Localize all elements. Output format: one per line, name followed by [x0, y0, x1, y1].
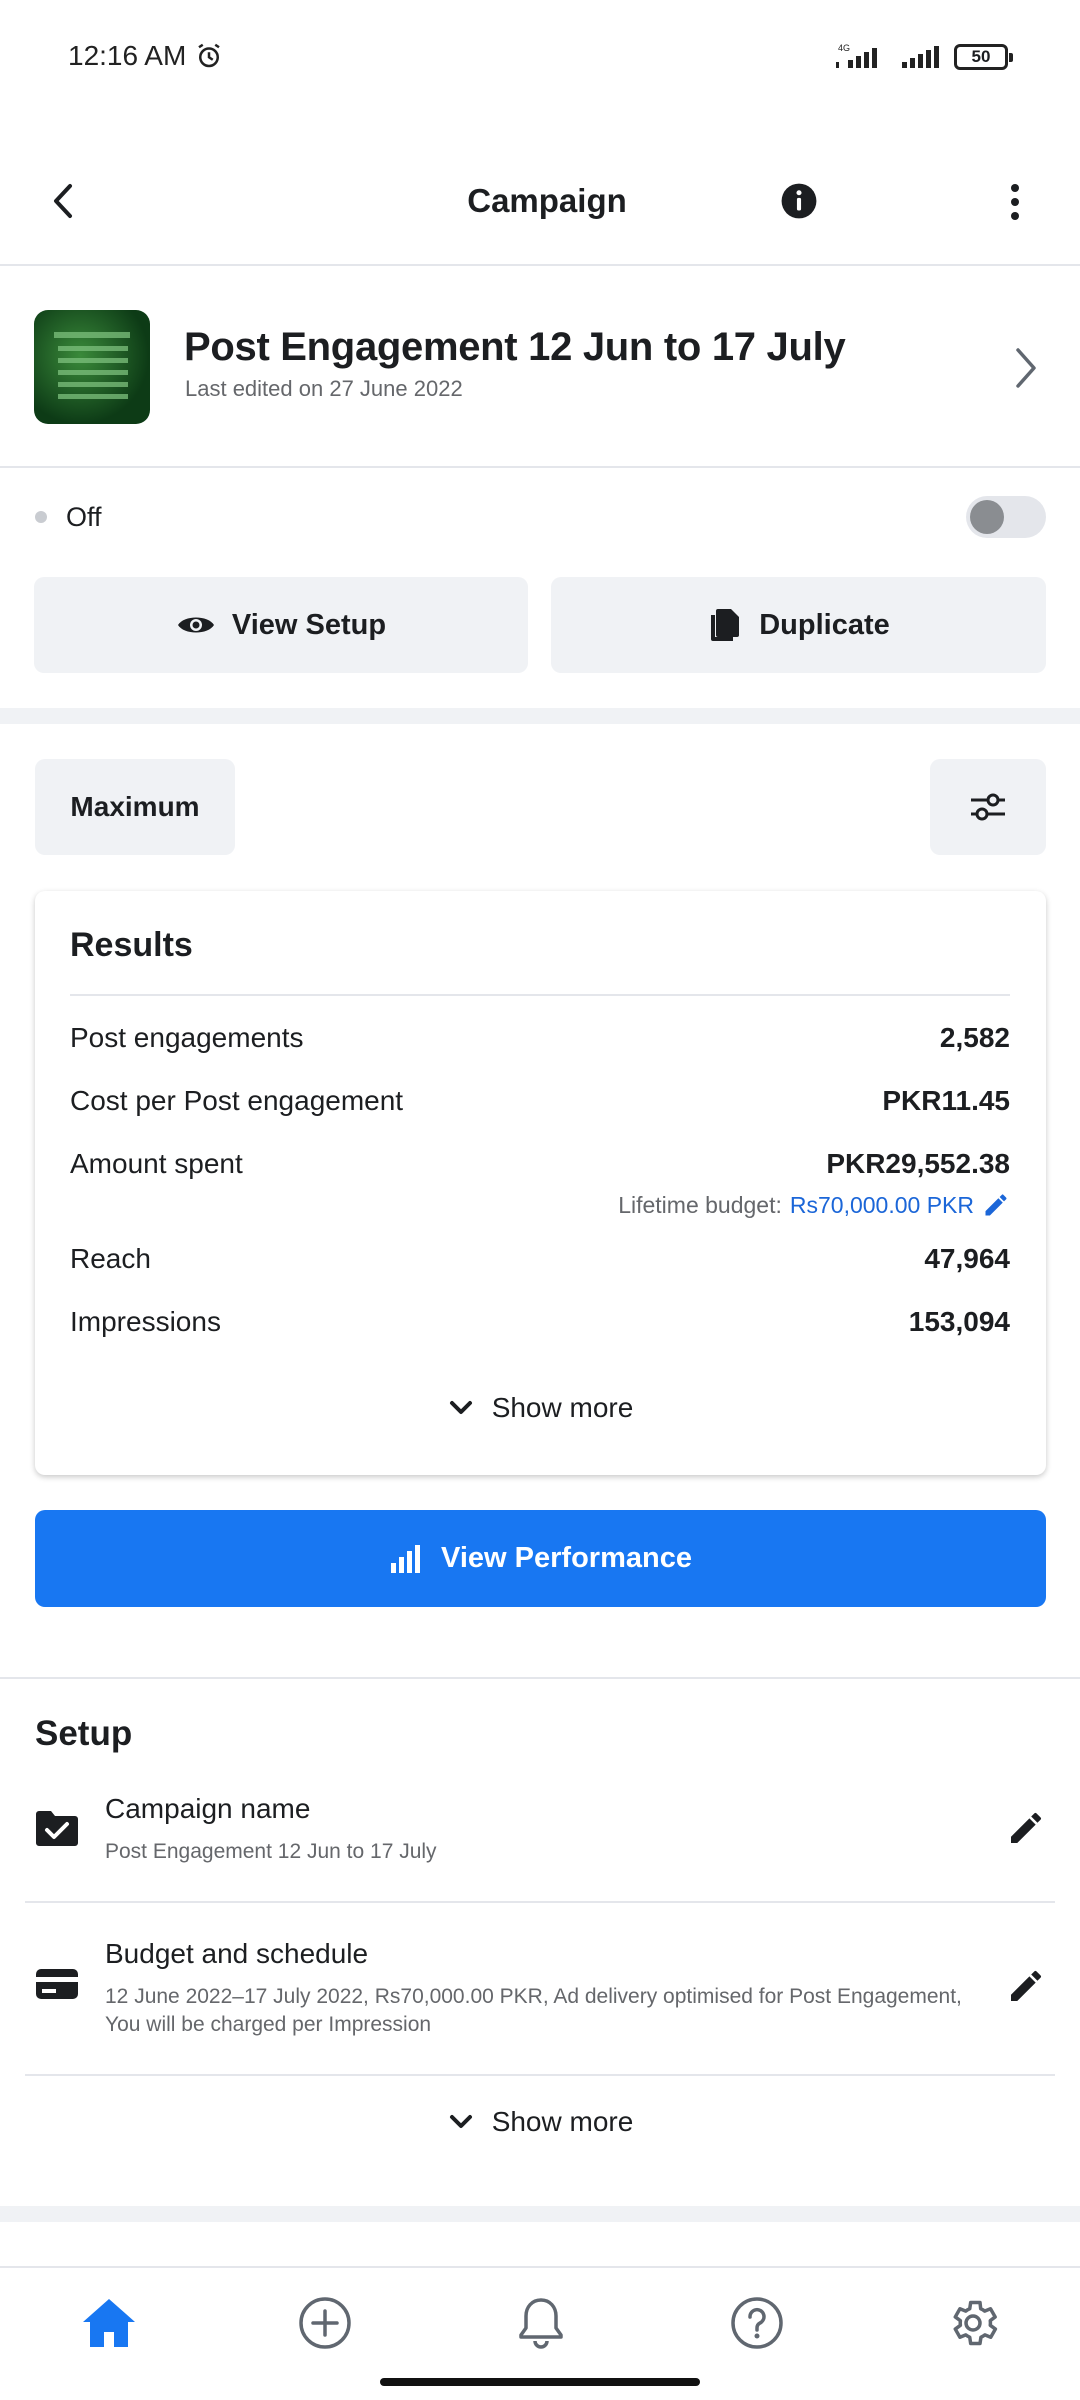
nav-settings[interactable]	[938, 2288, 1008, 2358]
more-options-button[interactable]	[1000, 180, 1030, 229]
create-icon	[299, 2297, 351, 2349]
chevron-down-icon	[449, 1401, 472, 1414]
network-type-label: 4G	[838, 43, 850, 53]
lifetime-budget-label: Lifetime budget:	[618, 1191, 782, 1218]
battery-level: 50	[971, 47, 991, 66]
help-icon	[731, 2297, 783, 2349]
last-edited-text: Last edited on 27 June 2022	[185, 376, 463, 401]
campaign-title: Post Engagement 12 Jun to 17 July	[184, 325, 846, 369]
nav-help[interactable]	[722, 2288, 792, 2358]
section-separator	[0, 708, 1080, 724]
gesture-home-bar[interactable]	[380, 2378, 700, 2386]
view-setup-button[interactable]: View Setup	[34, 577, 528, 673]
divider	[0, 466, 1080, 468]
section-separator	[0, 2206, 1080, 2222]
duplicate-icon	[711, 609, 740, 641]
setup-item-value: Post Engagement 12 Jun to 17 July	[105, 1840, 437, 1863]
duplicate-label: Duplicate	[759, 608, 890, 641]
metric-label: Reach	[70, 1243, 151, 1274]
view-performance-label: View Performance	[441, 1542, 692, 1574]
campaign-toggle[interactable]	[966, 496, 1046, 538]
status-bar-time: 12:16 AM	[68, 40, 224, 72]
chevron-right-icon	[1016, 348, 1036, 388]
nav-notifications[interactable]	[506, 2288, 576, 2358]
setup-item-label: Campaign name	[105, 1793, 311, 1824]
edit-campaign-name-button[interactable]	[1006, 1808, 1046, 1853]
battery-icon: 50	[954, 44, 1013, 70]
info-icon	[781, 183, 817, 219]
show-more-label: Show more	[491, 2106, 634, 2137]
settings-icon	[953, 2300, 998, 2346]
filter-settings-button[interactable]	[930, 759, 1046, 855]
status-icons: 4G 50	[834, 42, 1013, 72]
metric-value: PKR11.45	[882, 1085, 1010, 1116]
eye-icon	[177, 617, 214, 633]
edit-pencil-icon	[1011, 1812, 1041, 1843]
metric-value: 47,964	[924, 1243, 1010, 1274]
page-title: Campaign	[467, 182, 627, 219]
credit-card-icon	[36, 1969, 78, 1999]
results-divider	[70, 994, 1010, 996]
folder-check-icon	[36, 1811, 78, 1846]
setup-divider	[25, 1901, 1055, 1903]
lifetime-budget-line: Lifetime budget: Rs70,000.00 PKR	[618, 1191, 1010, 1219]
chevron-down-icon	[449, 2115, 472, 2128]
metric-label: Post engagements	[70, 1022, 304, 1053]
setup-item-value: 12 June 2022–17 July 2022, Rs70,000.00 P…	[105, 1985, 962, 2036]
duplicate-button[interactable]: Duplicate	[551, 577, 1046, 673]
campaign-name-icon-wrap	[34, 1808, 80, 1853]
home-icon	[83, 2299, 135, 2347]
date-range-button[interactable]: Maximum	[35, 759, 235, 855]
status-label: Off	[66, 502, 102, 532]
metric-label: Cost per Post engagement	[70, 1085, 404, 1116]
lifetime-budget-link[interactable]: Rs70,000.00 PKR	[790, 1192, 974, 1219]
show-more-label: Show more	[491, 1392, 634, 1423]
status-dot	[35, 511, 47, 523]
view-performance-button[interactable]: View Performance	[35, 1510, 1046, 1607]
clock-text: 12:16 AM	[68, 40, 187, 71]
results-show-more-button[interactable]: Show more	[35, 1388, 1046, 1428]
notifications-icon	[519, 2298, 563, 2349]
toggle-knob	[970, 500, 1004, 534]
budget-icon-wrap	[34, 1966, 80, 2007]
info-button[interactable]	[780, 182, 818, 225]
metric-value: 153,094	[908, 1306, 1010, 1337]
campaign-details-button[interactable]	[1010, 344, 1040, 397]
campaign-thumbnail	[34, 310, 150, 424]
nav-create[interactable]	[290, 2288, 360, 2358]
nav-home[interactable]	[74, 2288, 144, 2358]
edit-pencil-icon	[1011, 1970, 1041, 2001]
sliders-icon	[971, 793, 1005, 821]
metric-label: Amount spent	[70, 1148, 243, 1179]
results-title: Results	[70, 926, 193, 964]
setup-title: Setup	[35, 1714, 133, 1753]
edit-pencil-icon[interactable]	[982, 1191, 1010, 1219]
setup-show-more-button[interactable]: Show more	[35, 2102, 1046, 2142]
cell-signal-icon	[902, 46, 939, 68]
cell-signal-4g-icon: 4G	[836, 43, 877, 68]
setup-item-label: Budget and schedule	[105, 1938, 369, 1969]
divider	[0, 1677, 1080, 1679]
edit-budget-button[interactable]	[1006, 1966, 1046, 2011]
setup-divider	[25, 2074, 1055, 2076]
bar-chart-icon	[391, 1544, 421, 1573]
metric-label: Impressions	[70, 1306, 221, 1337]
more-vertical-icon	[1011, 184, 1019, 220]
metric-value: 2,582	[939, 1022, 1010, 1053]
alarm-icon	[198, 43, 221, 68]
view-setup-label: View Setup	[231, 608, 387, 641]
metric-value: PKR29,552.38	[826, 1148, 1010, 1179]
